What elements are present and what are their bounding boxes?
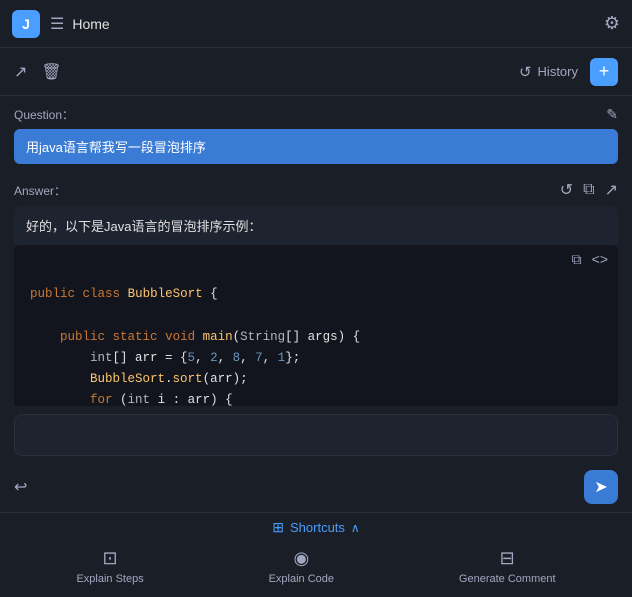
history-button[interactable]: ↺ History xyxy=(519,63,578,81)
input-actions: ↩ ➤ xyxy=(0,464,632,512)
shortcut-generate-comment[interactable]: ⊟ Generate Comment xyxy=(449,544,566,589)
shortcut-explain-steps[interactable]: ⊡ Explain Steps xyxy=(66,544,153,589)
add-button[interactable]: + xyxy=(590,58,618,86)
answer-intro: 好的，以下是Java语言的冒泡排序示例： xyxy=(14,206,618,245)
code-content: public class BubbleSort { public static … xyxy=(14,274,618,406)
send-button[interactable]: ➤ xyxy=(584,470,618,504)
header: J ☰ Home ⚙ xyxy=(0,0,632,48)
question-section: Question： ✎ 用java语言帮我写一段冒泡排序 xyxy=(0,96,632,170)
refresh-icon[interactable]: ↺ xyxy=(560,180,573,200)
toolbar-right: ↺ History + xyxy=(519,58,618,86)
undo-icon[interactable]: ↩ xyxy=(14,477,27,497)
question-label-row: Question： ✎ xyxy=(14,106,618,123)
trash-icon[interactable]: 🗑 xyxy=(41,62,61,82)
shortcuts-items: ⊡ Explain Steps ◉ Explain Code ⊟ Generat… xyxy=(14,544,618,593)
shortcuts-bar: ⊞ Shortcuts ∧ ⊡ Explain Steps ◉ Explain … xyxy=(0,512,632,597)
gear-icon[interactable]: ⚙ xyxy=(604,13,620,34)
answer-label-row: Answer： ↺ ⧉ ↗ xyxy=(14,180,618,200)
toolbar-left: ↗ 🗑 xyxy=(14,62,519,82)
history-icon: ↺ xyxy=(519,63,532,81)
copy-icon[interactable]: ⧉ xyxy=(583,181,594,199)
shortcuts-header[interactable]: ⊞ Shortcuts ∧ xyxy=(14,519,618,536)
toolbar: ↗ 🗑 ↺ History + xyxy=(0,48,632,96)
share-icon[interactable]: ↗ xyxy=(14,62,27,82)
chevron-up-icon: ∧ xyxy=(351,521,360,535)
code-block: ⧉ <> public class BubbleSort { public st… xyxy=(14,245,618,406)
question-text: 用java语言帮我写一段冒泡排序 xyxy=(14,129,618,164)
question-label: Question： xyxy=(14,106,74,123)
generate-comment-icon: ⊟ xyxy=(500,548,515,569)
answer-icons: ↺ ⧉ ↗ xyxy=(560,180,618,200)
code-expand-icon[interactable]: <> xyxy=(592,251,608,268)
input-section xyxy=(0,406,632,464)
avatar: J xyxy=(12,10,40,38)
history-label: History xyxy=(538,64,578,79)
code-header: ⧉ <> xyxy=(14,245,618,274)
share-answer-icon[interactable]: ↗ xyxy=(605,180,618,200)
answer-section: Answer： ↺ ⧉ ↗ 好的，以下是Java语言的冒泡排序示例： ⧉ <> … xyxy=(0,170,632,406)
code-copy-icon[interactable]: ⧉ xyxy=(572,251,582,268)
edit-icon[interactable]: ✎ xyxy=(606,106,618,123)
generate-comment-label: Generate Comment xyxy=(459,573,556,585)
explain-code-icon: ◉ xyxy=(293,548,309,569)
hamburger-icon[interactable]: ☰ xyxy=(50,14,64,34)
explain-steps-label: Explain Steps xyxy=(76,573,143,585)
question-input[interactable] xyxy=(14,414,618,456)
shortcuts-label: Shortcuts xyxy=(290,520,345,535)
explain-code-label: Explain Code xyxy=(269,573,334,585)
main-content: Question： ✎ 用java语言帮我写一段冒泡排序 Answer： ↺ ⧉… xyxy=(0,96,632,406)
page-title: Home xyxy=(72,16,604,32)
shortcuts-icon: ⊞ xyxy=(272,519,284,536)
explain-steps-icon: ⊡ xyxy=(103,548,118,569)
shortcut-explain-code[interactable]: ◉ Explain Code xyxy=(259,544,344,589)
answer-label: Answer： xyxy=(14,182,66,199)
